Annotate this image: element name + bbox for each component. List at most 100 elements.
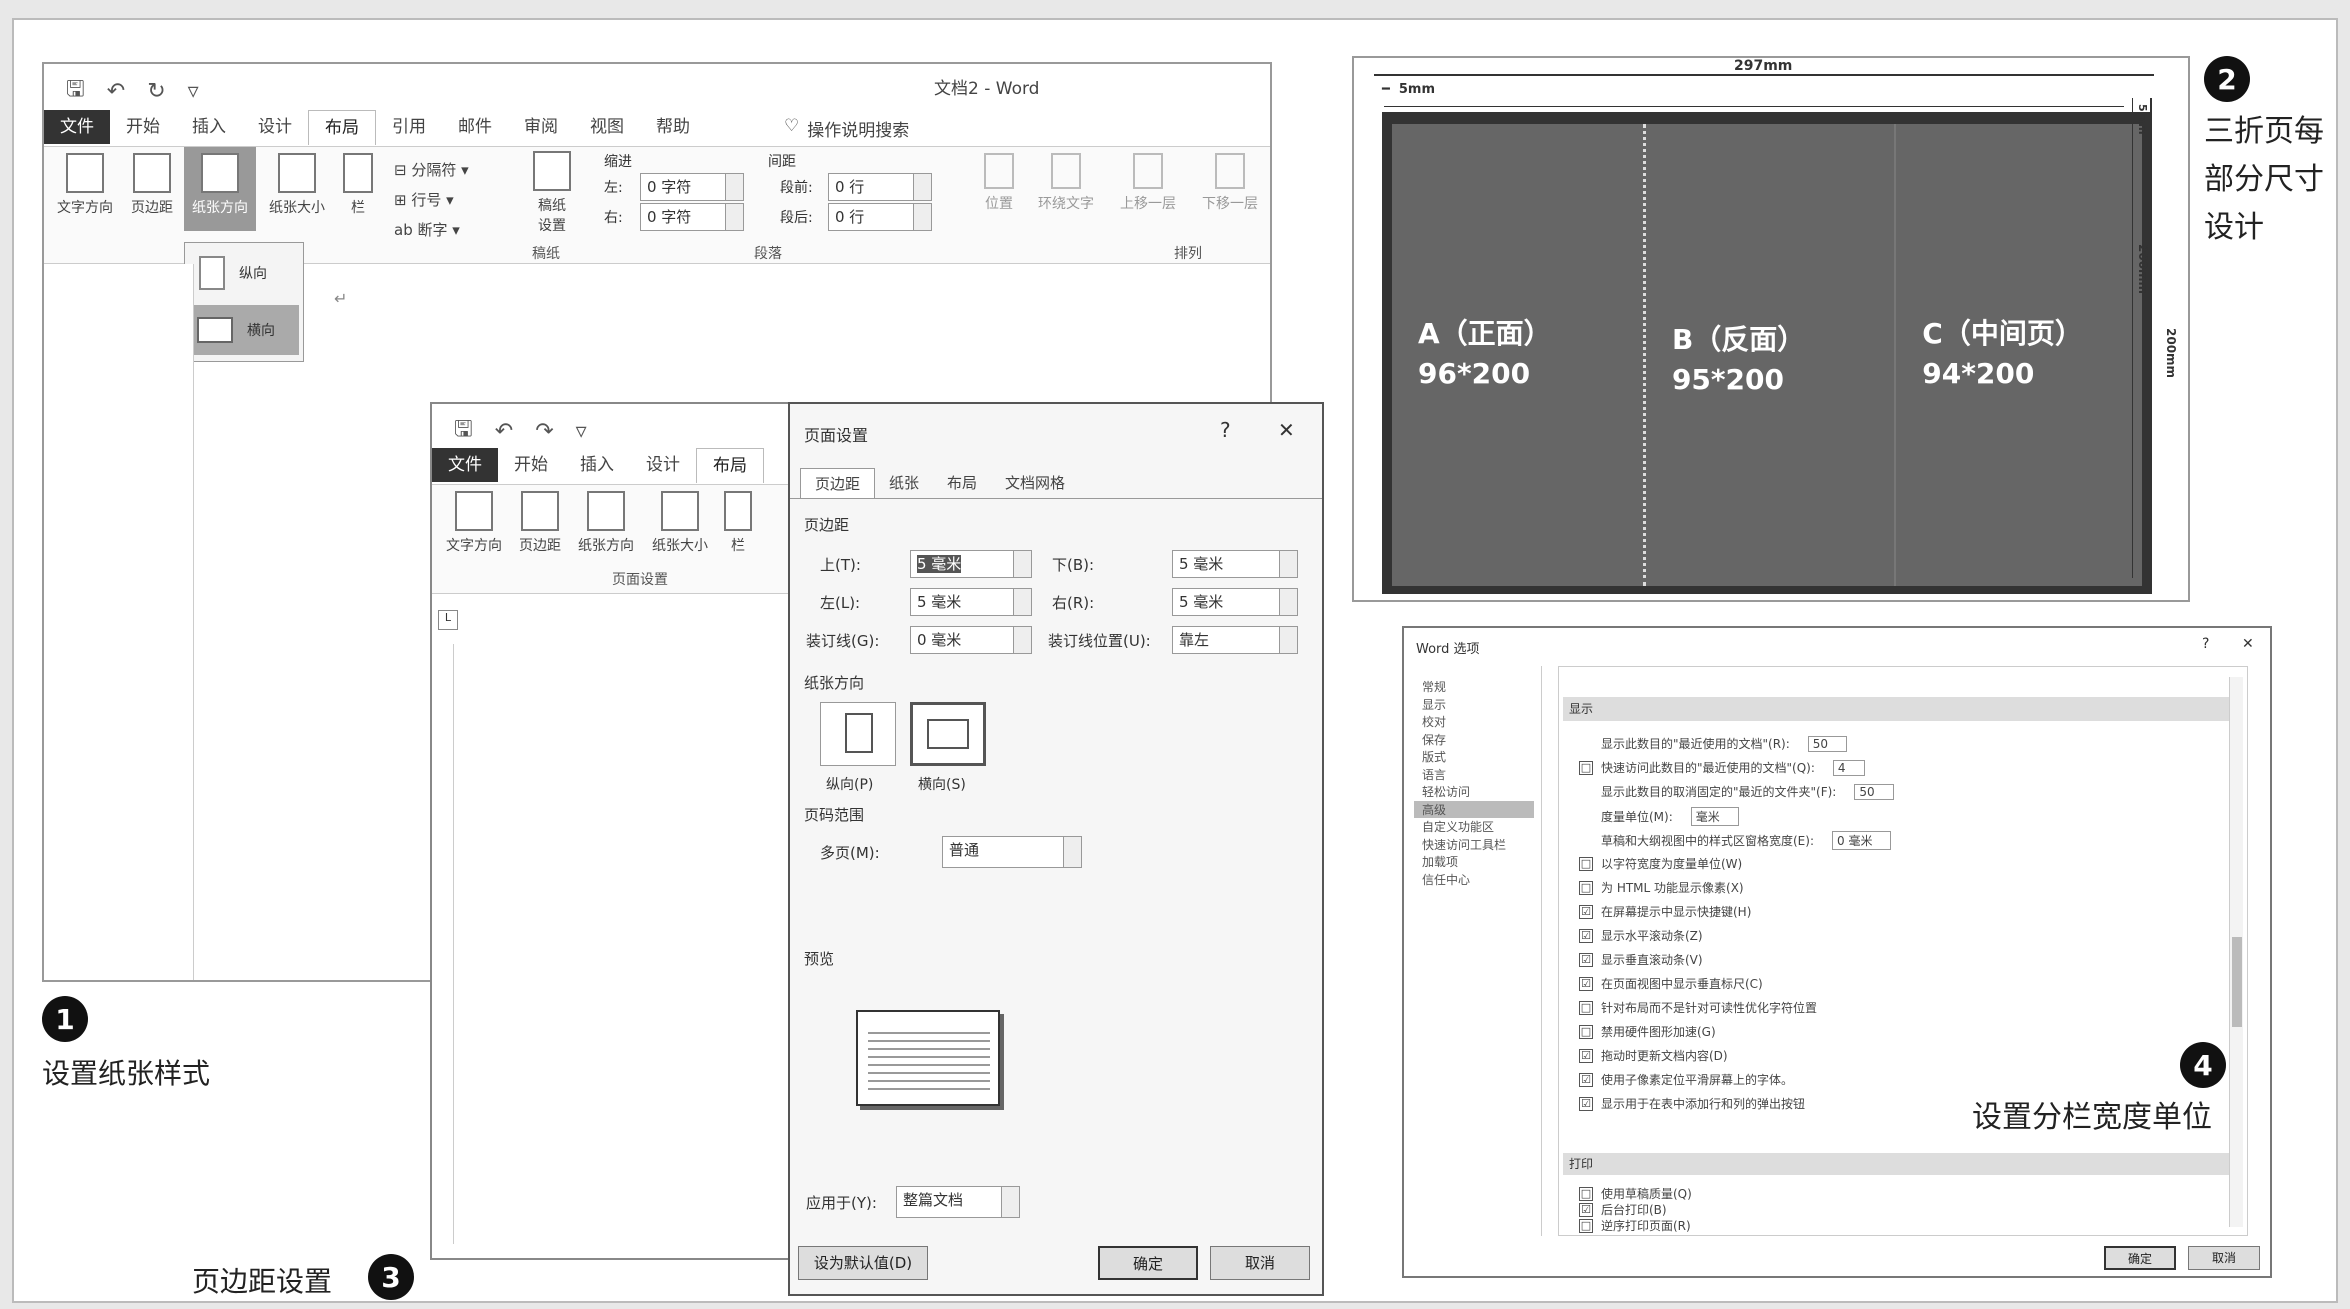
option-value-input[interactable]: 4 [1832,759,1865,776]
options-nav-item[interactable]: 快速访问工具栏 [1414,836,1534,853]
dialog-tab-0[interactable]: 页边距 [800,468,876,499]
option-value-input[interactable]: 毫米 [1690,807,1739,826]
portrait-option[interactable] [820,702,896,766]
option-checkbox[interactable]: ☑ [1579,904,1593,919]
option-row[interactable]: ☑ 显示用于在表中添加行和列的弹出按钮 [1579,1095,1805,1112]
options-nav-item[interactable]: 轻松访问 [1414,783,1534,800]
options-nav-item[interactable]: 显示 [1414,696,1534,713]
columns-button[interactable]: 栏 [338,153,378,217]
tab-5[interactable]: 引用 [376,110,442,144]
apply-to-select[interactable]: 整篇文档 [896,1186,1020,1218]
tab-1[interactable]: 开始 [110,110,176,144]
line-numbers-button[interactable]: ⊞ 行号 ▾ [394,185,469,215]
orientation-button[interactable]: 纸张方向 [572,491,640,555]
landscape-option[interactable] [910,702,986,766]
tab-0[interactable]: 文件 [432,448,498,482]
option-row[interactable]: 度量单位(M): 毫米 [1579,807,1739,826]
hyphenation-button[interactable]: ab 断字 ▾ [394,215,469,245]
undo-icon[interactable]: ↶ [107,79,125,104]
set-default-button[interactable]: 设为默认值(D) [798,1246,928,1280]
option-value-input[interactable]: 0 毫米 [1832,831,1892,850]
customize-icon[interactable]: ▿ [188,79,199,104]
option-checkbox[interactable]: ☑ [1579,1096,1593,1111]
option-value-input[interactable]: 50 [1807,735,1848,752]
scrollbar[interactable] [2229,677,2243,1227]
options-nav-item[interactable]: 信任中心 [1414,871,1534,888]
option-checkbox[interactable]: □ [1579,760,1593,775]
redo-icon[interactable]: ↷ [535,419,553,444]
save-icon[interactable]: 🖫 [66,72,85,110]
size-button[interactable]: 纸张大小 [262,153,332,217]
spinner-arrows[interactable] [913,204,931,230]
indent-left-input[interactable]: 0 字符 [640,173,744,201]
tab-3[interactable]: 设计 [630,448,696,482]
tab-6[interactable]: 邮件 [442,110,508,144]
left-margin-input[interactable]: 5 毫米 [910,588,1032,616]
option-row[interactable]: □ 禁用硬件图形加速(G) [1579,1023,1716,1040]
wrap-text-button[interactable]: 环绕文字 [1031,153,1101,213]
tab-4[interactable]: 布局 [696,447,764,483]
tab-2[interactable]: 插入 [564,448,630,482]
option-checkbox[interactable]: ☑ [1579,952,1593,967]
spinner-arrows[interactable] [1013,551,1031,577]
multiple-pages-select[interactable]: 普通 [942,836,1082,868]
dropdown-arrow-icon[interactable] [1279,627,1297,653]
tab-1[interactable]: 开始 [498,448,564,482]
scrollbar-thumb[interactable] [2232,937,2242,1027]
breaks-button[interactable]: ⊟ 分隔符 ▾ [394,155,469,185]
dropdown-arrow-icon[interactable] [1001,1187,1019,1217]
indent-right-input[interactable]: 0 字符 [640,203,744,231]
option-checkbox[interactable]: □ [1579,1218,1593,1233]
spinner-arrows[interactable] [913,174,931,200]
options-nav-item[interactable]: 高级 [1414,800,1534,818]
bring-forward-button[interactable]: 上移一层 [1113,153,1183,213]
tab-3[interactable]: 设计 [242,110,308,144]
dialog-tab-3[interactable]: 文档网格 [991,468,1079,499]
spinner-arrows[interactable] [725,174,743,200]
option-checkbox[interactable]: ☑ [1579,928,1593,943]
option-checkbox[interactable]: □ [1579,1024,1593,1039]
options-nav-item[interactable]: 常规 [1414,678,1534,695]
draft-settings-button[interactable]: 稿纸设置 [522,151,582,235]
tab-selector-icon[interactable]: L [438,610,458,630]
tab-0[interactable]: 文件 [44,110,110,144]
spinner-arrows[interactable] [1279,551,1297,577]
send-backward-button[interactable]: 下移一层 [1195,153,1265,213]
option-row[interactable]: ☑ 拖动时更新文档内容(D) [1579,1047,1728,1064]
options-nav-item[interactable]: 语言 [1414,766,1534,783]
ok-button[interactable]: 确定 [2104,1246,2176,1270]
tab-9[interactable]: 帮助 [640,110,706,144]
help-button[interactable]: ? [2202,636,2209,652]
options-nav-item[interactable]: 自定义功能区 [1414,818,1534,835]
options-nav-item[interactable]: 保存 [1414,731,1534,748]
right-margin-input[interactable]: 5 毫米 [1172,588,1298,616]
option-row[interactable]: ☑ 在屏幕提示中显示快捷键(H) [1579,903,1751,920]
top-margin-input[interactable]: 5 毫米 [910,550,1032,578]
option-checkbox[interactable]: ☑ [1579,1202,1593,1217]
cancel-button[interactable]: 取消 [1210,1246,1310,1280]
close-button[interactable]: ✕ [2242,636,2254,652]
undo-icon[interactable]: ↶ [495,419,513,444]
margins-button[interactable]: 页边距 [514,491,566,555]
option-row[interactable]: ☑ 显示垂直滚动条(V) [1579,951,1703,968]
option-value-input[interactable]: 50 [1854,783,1894,800]
option-checkbox[interactable]: ☑ [1579,1048,1593,1063]
option-row[interactable]: ☑ 使用子像素定位平滑屏幕上的字体。 [1579,1071,1793,1088]
option-checkbox[interactable]: ☑ [1579,1072,1593,1087]
ok-button[interactable]: 确定 [1098,1246,1198,1280]
option-row[interactable]: □ 为 HTML 功能显示像素(X) [1579,879,1744,896]
option-row[interactable]: □ 快速访问此数目的"最近使用的文档"(Q): 4 [1579,759,1865,776]
spinner-arrows[interactable] [725,204,743,230]
options-nav-item[interactable]: 加载项 [1414,853,1534,870]
help-button[interactable]: ? [1220,418,1231,442]
option-row[interactable]: 显示此数目的取消固定的"最近的文件夹"(F): 50 [1579,783,1894,800]
print-option-row[interactable]: □ 使用草稿质量(Q) [1579,1185,1692,1202]
close-button[interactable]: ✕ [1278,418,1295,442]
options-nav-item[interactable]: 校对 [1414,713,1534,730]
size-button[interactable]: 纸张大小 [646,491,714,555]
spinner-arrows[interactable] [1013,627,1031,653]
gutter-position-select[interactable]: 靠左 [1172,626,1298,654]
print-option-row[interactable]: ☑ 后台打印(B) [1579,1201,1667,1218]
option-checkbox[interactable]: □ [1579,1000,1593,1015]
tell-me[interactable]: ♡ 操作说明搜索 [784,116,909,141]
